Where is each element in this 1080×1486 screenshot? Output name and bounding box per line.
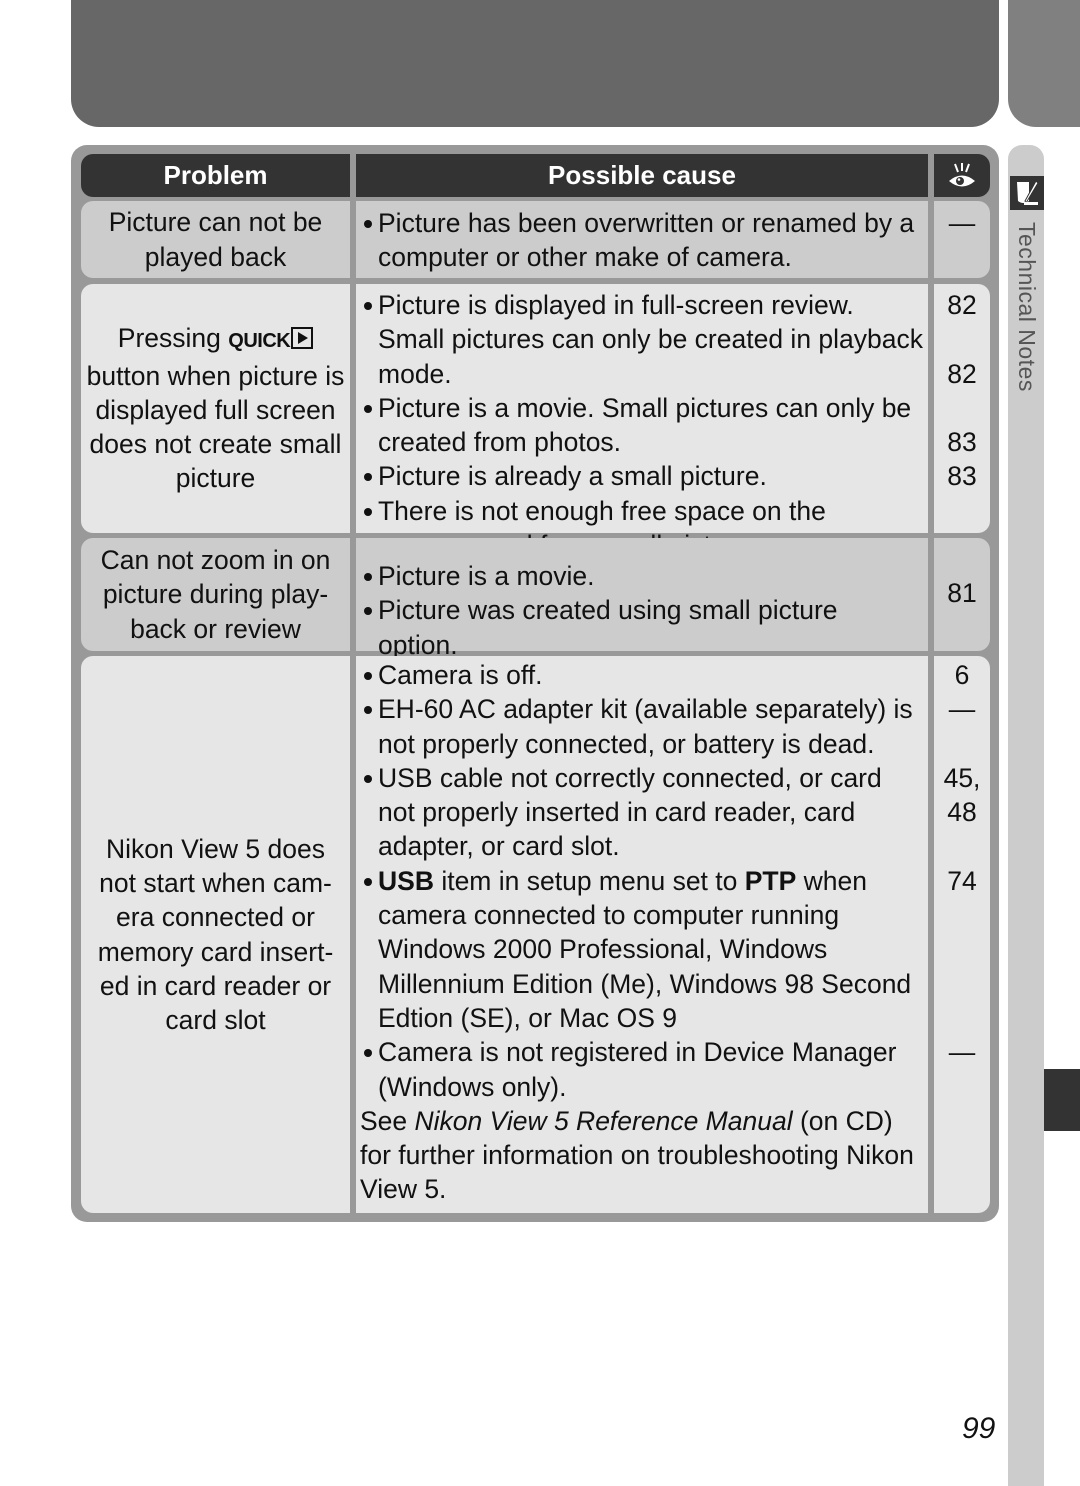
page-ref: 83 <box>947 461 977 492</box>
cause-item: Picture has been overwritten or renamed … <box>362 206 924 275</box>
problem-text: Picture can not be played back <box>108 207 323 272</box>
page-ref: — <box>948 694 976 725</box>
page-ref: 45, 48 <box>943 762 981 828</box>
pen-paper-icon <box>1010 176 1044 210</box>
problem-text: Nikon View 5 does not start when cam-era… <box>97 833 334 1036</box>
problem-text-suffix: button when picture is displayed full sc… <box>86 360 345 494</box>
page-ref-cell: 81 <box>934 538 990 651</box>
header-problem: Problem <box>81 154 350 197</box>
cause-cell: Picture has been overwritten or renamed … <box>356 201 928 278</box>
page-ref: 81 <box>947 578 977 608</box>
page-ref: 83 <box>947 427 977 458</box>
reference-note: See Nikon View 5 Reference Manual (on CD… <box>360 1104 924 1207</box>
play-icon <box>291 327 314 350</box>
ptp-term: PTP <box>744 865 797 896</box>
problem-text-prefix: Pressing <box>117 323 221 354</box>
problem-cell: Nikon View 5 does not start when cam-era… <box>81 656 350 1213</box>
page-ref-cell: 6 — 45, 48 74 — <box>934 656 990 1213</box>
header-possible-cause: Possible cause <box>356 154 928 197</box>
cause-item: Camera is off. <box>362 658 924 692</box>
top-banner-right <box>1008 0 1080 127</box>
cause-cell: Picture is displayed in full-screen revi… <box>356 284 928 560</box>
page-ref: — <box>948 1037 976 1068</box>
cause-item: Picture is a movie. Small pictures can o… <box>362 391 924 460</box>
eye-icon <box>934 154 990 197</box>
top-banner <box>71 0 999 127</box>
page-ref: 82 <box>947 358 977 389</box>
cause-cell: Camera is off. EH-60 AC adapter kit (ava… <box>356 656 928 1213</box>
problem-cell: Picture can not be played back <box>81 201 350 278</box>
section-label: Technical Notes <box>1014 222 1040 392</box>
manual-title: Nikon View 5 Reference Manual <box>414 1105 793 1136</box>
page-ref-cell: — <box>934 201 990 278</box>
cause-item: Camera is not registered in Device Manag… <box>362 1035 924 1104</box>
cause-item: EH-60 AC adapter kit (available separate… <box>362 692 924 761</box>
problem-text: Pressing QUICK button when picture is di… <box>86 321 346 495</box>
page-ref: 6 <box>954 660 970 690</box>
cause-item: Picture is already a small picture. <box>362 459 924 493</box>
page-ref-cell: 82 82 83 83 <box>934 284 990 533</box>
page-ref: — <box>948 208 976 238</box>
page-number: 99 <box>962 1412 996 1445</box>
page-ref: 74 <box>947 865 977 896</box>
cause-item: USB cable not correctly connected, or ca… <box>362 761 924 864</box>
cause-item: USB item in setup menu set to PTP when c… <box>362 864 924 1035</box>
section-tab-marker <box>1044 1069 1080 1131</box>
cause-cell: Picture is a movie. Picture was created … <box>356 538 928 660</box>
usb-term: USB <box>378 865 434 896</box>
problem-cell: Pressing QUICK button when picture is di… <box>81 284 350 533</box>
problem-cell: Can not zoom in on picture during play-b… <box>81 538 350 651</box>
problem-text: Can not zoom in on picture during play-b… <box>100 545 331 644</box>
page-ref: 82 <box>947 290 977 320</box>
cause-item: Picture is a movie. <box>362 559 924 593</box>
cause-item: Picture was created using small picture … <box>362 593 924 662</box>
cause-item: Picture is displayed in full-screen revi… <box>362 288 924 391</box>
cause-text: item in setup menu set to <box>433 865 745 896</box>
quick-button-label: QUICK <box>228 330 291 353</box>
note-text: See <box>360 1105 415 1136</box>
